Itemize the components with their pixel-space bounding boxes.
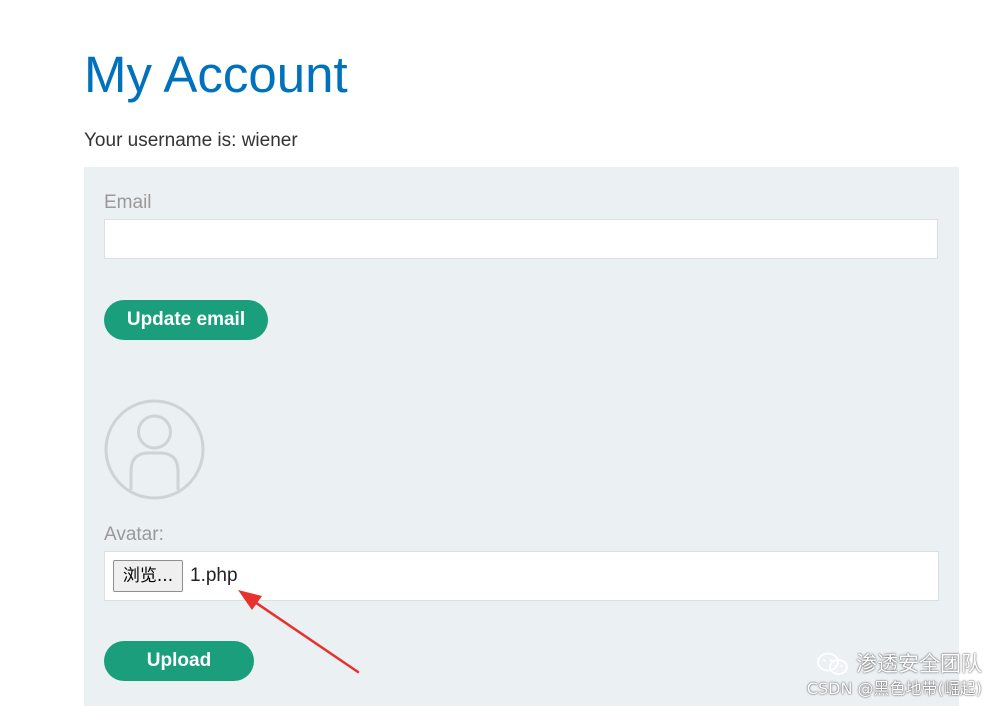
- username-text: Your username is: wiener: [84, 130, 298, 151]
- upload-button[interactable]: Upload: [104, 641, 254, 681]
- update-email-button[interactable]: Update email: [104, 300, 268, 340]
- email-label: Email: [104, 192, 152, 213]
- email-input[interactable]: [104, 219, 938, 259]
- wechat-icon: [817, 652, 848, 675]
- browse-button[interactable]: 浏览...: [113, 560, 183, 592]
- selected-file-name: 1.php: [190, 565, 238, 586]
- watermark-team-name: 渗透安全团队: [856, 652, 982, 676]
- user-avatar-icon: [104, 399, 205, 500]
- watermark-credit: CSDN @黑色地带(崛起): [806, 679, 982, 698]
- page-title: My Account: [84, 46, 348, 103]
- account-panel: Email Update email Avatar: 浏览... 1.php U…: [84, 167, 959, 706]
- watermark: 渗透安全团队 CSDN @黑色地带(崛起): [752, 650, 982, 700]
- avatar-label: Avatar:: [104, 524, 164, 545]
- avatar-file-input[interactable]: 浏览... 1.php: [104, 551, 939, 601]
- account-page: My Account Your username is: wiener Emai…: [0, 0, 996, 706]
